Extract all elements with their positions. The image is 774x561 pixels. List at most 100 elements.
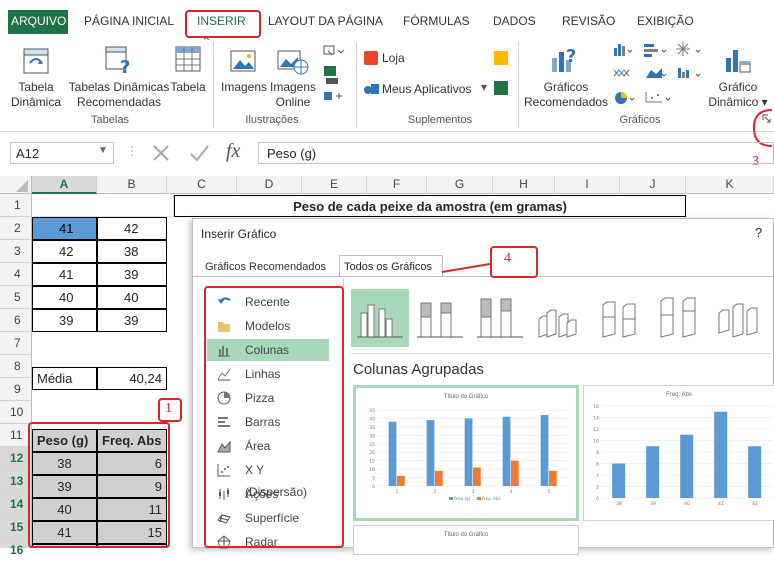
- cell-a5[interactable]: 40: [32, 286, 97, 309]
- chart-preview-2[interactable]: Freq. Abs 0 2 4 6 8 10 12 14 16 38 39 40 41 42: [583, 385, 774, 521]
- x-tick-label: 39: [650, 501, 656, 507]
- column-header-b[interactable]: B: [97, 176, 167, 194]
- sheet-title-cell[interactable]: Peso de cada peixe da amostra (em gramas…: [174, 195, 686, 217]
- pivot-chart-button[interactable]: Gráfico Dinâmico ▾: [704, 80, 772, 110]
- tab-arquivo[interactable]: ARQUIVO: [8, 10, 68, 34]
- x-tick-label: 42: [752, 501, 758, 507]
- pictures-icon: [230, 50, 256, 72]
- cell-media-value[interactable]: 40,24: [97, 367, 167, 390]
- tab-todos-os-graficos-frame[interactable]: Todos os Gráficos: [339, 255, 443, 277]
- column-header-f[interactable]: F: [367, 176, 427, 194]
- tab-layout-da-pagina[interactable]: LAYOUT DA PÁGINA: [268, 14, 383, 28]
- shapes-smartart-icon[interactable]: [320, 42, 350, 104]
- chevron-down-icon[interactable]: ▾: [481, 80, 487, 95]
- tab-formulas[interactable]: FÓRMULAS: [403, 14, 470, 28]
- annotation-box-2: [185, 10, 261, 38]
- cell-a4[interactable]: 41: [32, 263, 97, 286]
- subtype-colunas-agrupadas[interactable]: [351, 289, 409, 347]
- 3d-clustered-column-thumb-icon: [538, 309, 577, 338]
- row-header-4[interactable]: 4: [0, 263, 32, 286]
- subtype-colunas-100[interactable]: [471, 289, 529, 347]
- y-tick-label: 5: [372, 476, 375, 482]
- row-header-1[interactable]: 1: [0, 194, 32, 217]
- chart-type-buttons[interactable]: [612, 40, 716, 106]
- row-header-2[interactable]: 2: [0, 217, 32, 240]
- column-header-e[interactable]: E: [302, 176, 367, 194]
- cell-a6[interactable]: 39: [32, 309, 97, 332]
- column-header-a[interactable]: A: [32, 176, 97, 194]
- cell-b2[interactable]: 42: [97, 217, 167, 240]
- select-all-corner[interactable]: [0, 176, 32, 194]
- recommended-pivot-label-2: Recomendadas: [76, 95, 162, 109]
- recommended-pivot-icon: ?: [105, 46, 130, 75]
- y-tick-label: 10: [593, 439, 599, 445]
- legend-swatch: [477, 497, 481, 500]
- tab-pagina-inicial[interactable]: PÁGINA INICIAL: [84, 14, 174, 28]
- chart-preview-3[interactable]: Título do Gráfico: [353, 525, 579, 555]
- y-tick-label: 45: [369, 408, 375, 414]
- cancel-icon[interactable]: [150, 143, 172, 163]
- recommended-charts-button[interactable]: Gráficos Recomendados: [524, 80, 608, 110]
- subtype-colunas-3d-agrupadas[interactable]: [531, 289, 589, 347]
- pivot-table-button[interactable]: Tabela Dinâmica: [10, 80, 62, 110]
- cell-media-label[interactable]: Média: [32, 367, 97, 390]
- tab-graficos-recomendados[interactable]: Gráficos Recomendados: [205, 261, 326, 273]
- svg-text:?: ?: [120, 57, 130, 75]
- cell-b5[interactable]: 40: [97, 286, 167, 309]
- recommended-pivot-button[interactable]: Tabelas Dinâmicas Recomendadas: [66, 80, 172, 110]
- pictures-button[interactable]: Imagens: [220, 80, 268, 95]
- row-header-5[interactable]: 5: [0, 286, 32, 309]
- pivot-table-label-1: Tabela: [18, 80, 54, 94]
- store-button[interactable]: Loja: [382, 51, 405, 66]
- my-apps-button[interactable]: Meus Aplicativos: [382, 82, 471, 97]
- column-header-d[interactable]: D: [237, 176, 302, 194]
- chart-preview-1[interactable]: Título do Gráfico 0 5 10 15 20 25 30 35 40 45 1 2 3 4…: [353, 385, 579, 521]
- chevron-down-icon[interactable]: ▼: [98, 145, 108, 156]
- people-graph-icon[interactable]: [494, 81, 508, 95]
- subtype-colunas-empilhadas[interactable]: [411, 289, 469, 347]
- row-header-10[interactable]: 10: [0, 401, 32, 424]
- cell-a2[interactable]: 41: [32, 217, 97, 240]
- cell-b6[interactable]: 39: [97, 309, 167, 332]
- y-tick-label: 16: [593, 404, 599, 410]
- grid-cell[interactable]: [32, 194, 174, 217]
- x-tick-label: 2: [434, 489, 437, 495]
- help-button[interactable]: ?: [755, 225, 762, 240]
- column-header-h[interactable]: H: [493, 176, 555, 194]
- column-header-c[interactable]: C: [167, 176, 237, 194]
- subtype-colunas-3d-100[interactable]: [651, 289, 709, 347]
- bing-icon[interactable]: [494, 51, 508, 65]
- annotation-arrow-4: [441, 263, 491, 273]
- y-tick-label: 0: [596, 496, 599, 502]
- svg-text:?: ?: [566, 46, 576, 67]
- subtype-colunas-3d[interactable]: [711, 289, 769, 347]
- tab-exibicao[interactable]: EXIBIÇÃO: [637, 14, 694, 28]
- online-pictures-button[interactable]: Imagens Online: [268, 80, 318, 110]
- subtype-colunas-3d-empilhadas[interactable]: [591, 289, 649, 347]
- tab-revisao[interactable]: REVISÃO: [562, 14, 615, 28]
- cell-b4[interactable]: 39: [97, 263, 167, 286]
- row-header-8[interactable]: 8: [0, 355, 32, 378]
- table-icon: [175, 46, 201, 72]
- column-header-g[interactable]: G: [427, 176, 493, 194]
- table-button[interactable]: Tabela: [168, 80, 208, 95]
- cell-b3[interactable]: 38: [97, 240, 167, 263]
- ribbon-separator: [356, 42, 357, 128]
- enter-icon[interactable]: [188, 143, 210, 163]
- y-tick-label: 0: [372, 484, 375, 490]
- group-label-graficos: Gráficos: [619, 114, 661, 126]
- row-header-6[interactable]: 6: [0, 309, 32, 332]
- cell-a3[interactable]: 42: [32, 240, 97, 263]
- row-header-7[interactable]: 7: [0, 332, 32, 355]
- tab-dados[interactable]: DADOS: [493, 14, 536, 28]
- y-tick-label: 8: [596, 450, 599, 456]
- row-header-9[interactable]: 9: [0, 378, 32, 401]
- formula-input[interactable]: Peso (g): [258, 142, 774, 164]
- column-header-j[interactable]: J: [620, 176, 686, 194]
- insert-function-button[interactable]: fx: [226, 140, 240, 163]
- row-header-3[interactable]: 3: [0, 240, 32, 263]
- column-header-i[interactable]: I: [555, 176, 620, 194]
- group-label-suplementos: Suplementos: [407, 114, 473, 126]
- column-header-k[interactable]: K: [686, 176, 774, 194]
- annotation-box-4: [490, 246, 538, 278]
